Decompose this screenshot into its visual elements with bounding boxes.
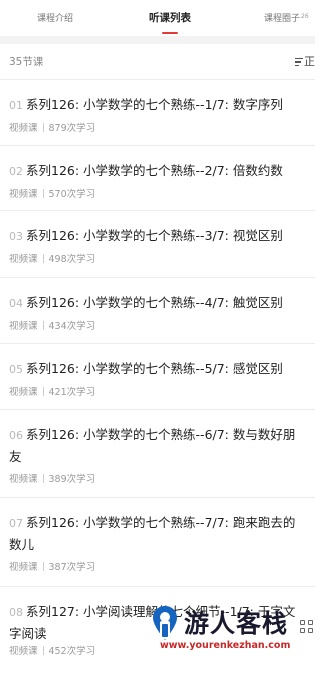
sort-icon (295, 58, 303, 66)
meta-divider (42, 123, 44, 132)
lesson-type: 视频课 (9, 646, 38, 657)
section-gap (0, 36, 315, 44)
meta-divider (42, 562, 44, 571)
lesson-views: 570次学习 (48, 189, 96, 200)
lesson-type: 视频课 (9, 387, 38, 398)
meta-divider (42, 387, 44, 396)
lesson-item[interactable]: 06 系列126: 小学数学的七个熟练--6/7: 数与数好朋友 视频课 389次学… (0, 410, 315, 498)
lesson-title-text: 系列126: 小学数学的七个熟练--4/7: 触觉区别 (26, 295, 283, 310)
lesson-views: 879次学习 (48, 123, 96, 134)
lesson-number: 03 (9, 230, 23, 243)
tab-course-circle[interactable]: 课程圈子26 (264, 11, 309, 24)
lesson-title-text: 系列126: 小学数学的七个熟练--6/7: 数与数好朋友 (9, 427, 296, 464)
meta-divider (42, 254, 44, 263)
lesson-meta: 视频课 452次学习 (9, 643, 95, 657)
grid-icon[interactable] (300, 620, 314, 634)
lesson-title-text: 系列126: 小学数学的七个熟练--5/7: 感觉区别 (26, 361, 283, 376)
lesson-item[interactable]: 07 系列126: 小学数学的七个熟练--7/7: 跑来跑去的数儿 视频课 387次… (0, 498, 315, 587)
lesson-count: 35节课 (9, 56, 44, 68)
lesson-item[interactable]: 03 系列126: 小学数学的七个熟练--3/7: 视觉区别 视频课 498次学习 (0, 211, 315, 278)
lesson-type: 视频课 (9, 321, 38, 332)
lesson-item[interactable]: 01 系列126: 小学数学的七个熟练--1/7: 数字序列 视频课 879次学习 (0, 80, 315, 146)
watermark-title: 游人客栈 (184, 609, 289, 638)
lesson-views: 434次学习 (48, 321, 96, 332)
watermark-url: www.yourenkezhan.com (160, 640, 291, 651)
lesson-number: 01 (9, 99, 23, 112)
lesson-item[interactable]: 05 系列126: 小学数学的七个熟练--5/7: 感觉区别 视频课 421次学习 (0, 344, 315, 410)
lesson-meta: 视频课 389次学习 (9, 471, 95, 485)
lesson-title: 02 系列126: 小学数学的七个熟练--2/7: 倍数约数 (9, 160, 305, 182)
site-watermark: 游人客栈 www.yourenkezhan.com (150, 602, 300, 658)
lesson-meta: 视频课 879次学习 (9, 120, 95, 134)
lesson-title-text: 系列126: 小学数学的七个熟练--7/7: 跑来跑去的数儿 (9, 515, 296, 552)
tab-course-intro-label: 课程介绍 (37, 14, 74, 24)
tab-course-circle-label: 课程圈子 (264, 14, 301, 24)
sort-order-button[interactable]: 正 (295, 53, 315, 69)
tab-course-intro[interactable]: 课程介绍 (37, 11, 73, 24)
lesson-meta: 视频课 498次学习 (9, 251, 95, 265)
lesson-title-text: 系列126: 小学数学的七个熟练--3/7: 视觉区别 (26, 228, 283, 243)
lesson-views: 498次学习 (48, 254, 96, 265)
lesson-views: 452次学习 (48, 646, 96, 657)
active-tab-indicator (162, 32, 178, 34)
lesson-number: 07 (9, 517, 23, 530)
meta-divider (42, 321, 44, 330)
tab-course-circle-badge: 26 (301, 13, 309, 20)
lesson-number: 02 (9, 165, 23, 178)
lesson-number: 06 (9, 429, 23, 442)
lesson-number: 04 (9, 297, 23, 310)
meta-divider (42, 189, 44, 198)
lesson-title: 01 系列126: 小学数学的七个熟练--1/7: 数字序列 (9, 94, 305, 116)
list-header: 35节课 正 (0, 44, 315, 80)
meta-divider (42, 646, 44, 655)
lesson-views: 421次学习 (48, 387, 96, 398)
lesson-title-text: 系列126: 小学数学的七个熟练--1/7: 数字序列 (26, 97, 283, 112)
lesson-type: 视频课 (9, 123, 38, 134)
lesson-title: 03 系列126: 小学数学的七个熟练--3/7: 视觉区别 (9, 225, 305, 247)
lesson-type: 视频课 (9, 562, 38, 573)
lesson-number: 05 (9, 363, 23, 376)
lesson-views: 389次学习 (48, 474, 96, 485)
lesson-number: 08 (9, 606, 23, 619)
lesson-meta: 视频课 434次学习 (9, 318, 95, 332)
lesson-meta: 视频课 421次学习 (9, 384, 95, 398)
lesson-type: 视频课 (9, 474, 38, 485)
lesson-item[interactable]: 04 系列126: 小学数学的七个熟练--4/7: 触觉区别 视频课 434次学习 (0, 278, 315, 344)
lesson-type: 视频课 (9, 189, 38, 200)
lesson-type: 视频课 (9, 254, 38, 265)
lesson-title: 06 系列126: 小学数学的七个熟练--6/7: 数与数好朋友 (9, 424, 305, 467)
lesson-meta: 视频课 570次学习 (9, 186, 95, 200)
lesson-title: 07 系列126: 小学数学的七个熟练--7/7: 跑来跑去的数儿 (9, 512, 305, 555)
lesson-title: 04 系列126: 小学数学的七个熟练--4/7: 触觉区别 (9, 292, 305, 314)
lesson-item[interactable]: 02 系列126: 小学数学的七个熟练--2/7: 倍数约数 视频课 570次学习 (0, 146, 315, 211)
meta-divider (42, 474, 44, 483)
lesson-meta: 视频课 387次学习 (9, 559, 95, 573)
tab-lesson-list[interactable]: 听课列表 (149, 10, 191, 25)
lesson-title: 05 系列126: 小学数学的七个熟练--5/7: 感觉区别 (9, 358, 305, 380)
sort-order-label: 正 (304, 55, 315, 68)
tab-lesson-list-label: 听课列表 (149, 12, 191, 24)
lesson-views: 387次学习 (48, 562, 96, 573)
tab-bar: 课程介绍 听课列表 课程圈子26 (0, 0, 315, 36)
lesson-title-text: 系列126: 小学数学的七个熟练--2/7: 倍数约数 (26, 163, 283, 178)
